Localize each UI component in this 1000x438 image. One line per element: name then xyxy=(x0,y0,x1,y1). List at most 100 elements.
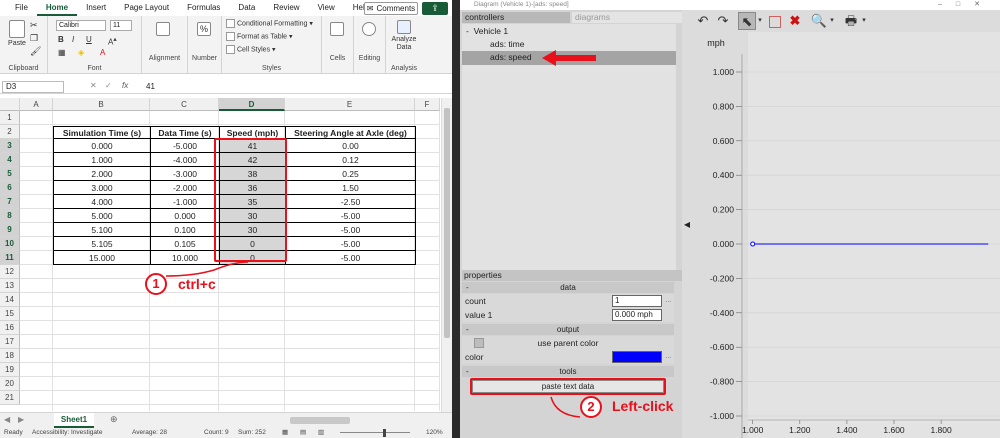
row-header[interactable]: 11 xyxy=(0,251,20,265)
column-header[interactable]: E xyxy=(285,98,415,111)
row-header[interactable]: 4 xyxy=(0,153,20,167)
horizontal-scroll-thumb[interactable] xyxy=(290,417,350,424)
zoom-slider-handle[interactable] xyxy=(383,429,386,437)
formula-input[interactable]: 41 xyxy=(146,81,155,93)
row-header[interactable]: 12 xyxy=(0,265,20,279)
prev-sheet-icon[interactable]: ◀ xyxy=(4,415,10,424)
tab-insert[interactable]: Insert xyxy=(77,0,115,16)
column-header[interactable]: A xyxy=(20,98,53,111)
table-cell[interactable]: 5.105 xyxy=(53,236,151,251)
next-sheet-icon[interactable]: ▶ xyxy=(18,415,24,424)
table-cell[interactable]: -5.00 xyxy=(285,208,416,223)
table-cell[interactable]: 1.50 xyxy=(285,180,416,195)
section-tools-header[interactable]: - tools xyxy=(462,366,674,377)
row-header[interactable]: 17 xyxy=(0,335,20,349)
table-cell[interactable]: -5.000 xyxy=(150,138,220,153)
column-header[interactable]: C xyxy=(150,98,219,111)
undo-icon[interactable]: ↶ xyxy=(694,12,712,30)
row-header[interactable]: 18 xyxy=(0,349,20,363)
font-name-select[interactable]: Calibri xyxy=(56,20,106,31)
tab-view[interactable]: View xyxy=(309,0,344,16)
fx-button[interactable]: fx xyxy=(122,81,128,90)
alignment-button[interactable] xyxy=(156,22,170,38)
format-as-table-button[interactable]: Format as Table ▾ xyxy=(226,32,293,41)
more-icon[interactable]: … xyxy=(665,350,672,364)
analyze-data-button[interactable]: Analyze Data xyxy=(389,20,419,52)
page-break-icon[interactable]: ▥ xyxy=(318,428,324,438)
cell-styles-button[interactable]: Cell Styles ▾ xyxy=(226,45,276,54)
use-parent-color-checkbox[interactable] xyxy=(474,338,484,348)
zoom-icon[interactable]: 🔍 xyxy=(810,12,828,30)
font-color-icon[interactable]: A xyxy=(100,48,105,57)
table-cell[interactable]: -5.00 xyxy=(285,236,416,251)
tree-item-vehicle[interactable]: - Vehicle 1 xyxy=(466,25,676,38)
tab-review[interactable]: Review xyxy=(264,0,308,16)
table-cell[interactable]: 0.00 xyxy=(285,138,416,153)
column-header-cell[interactable]: Simulation Time (s) xyxy=(53,126,151,139)
normal-view-icon[interactable]: ▦ xyxy=(282,428,288,438)
table-cell[interactable]: 5.100 xyxy=(53,222,151,237)
enter-icon[interactable]: ✓ xyxy=(105,81,112,90)
more-icon[interactable]: … xyxy=(665,294,672,308)
fill-color-icon[interactable]: ◈ xyxy=(78,48,84,57)
cells-button[interactable] xyxy=(330,22,344,38)
tab-page-layout[interactable]: Page Layout xyxy=(115,0,178,16)
collapse-icon[interactable]: - xyxy=(466,26,469,36)
zoom-slider[interactable] xyxy=(340,432,410,433)
table-cell[interactable]: -5.00 xyxy=(285,250,416,265)
vertical-scrollbar[interactable] xyxy=(441,98,452,412)
row-header[interactable]: 14 xyxy=(0,293,20,307)
table-cell[interactable]: 0.105 xyxy=(150,236,220,251)
table-cell[interactable]: 15.000 xyxy=(53,250,151,265)
redo-icon[interactable]: ↷ xyxy=(714,12,732,30)
row-header[interactable]: 19 xyxy=(0,363,20,377)
table-cell[interactable]: -1.000 xyxy=(150,194,220,209)
add-sheet-icon[interactable]: ⊕ xyxy=(110,414,118,425)
bold-button[interactable]: B xyxy=(58,35,64,44)
column-header-cell[interactable]: Steering Angle at Axle (deg) xyxy=(285,126,416,139)
row-header[interactable]: 3 xyxy=(0,139,20,153)
row-header[interactable]: 20 xyxy=(0,377,20,391)
borders-icon[interactable]: ▦ xyxy=(58,48,66,57)
spreadsheet-grid[interactable]: A B C D E F 1 2 3 4 5 6 7 8 9 10 11 12 13 14 15 16 17 18 19 20 21 S… xyxy=(0,98,440,412)
row-header[interactable]: 1 xyxy=(0,111,20,125)
row-header[interactable]: 6 xyxy=(0,181,20,195)
format-painter-icon[interactable]: 🖌 xyxy=(30,46,41,57)
column-header-cell[interactable]: Data Time (s) xyxy=(150,126,220,139)
tab-file[interactable]: File xyxy=(6,0,37,16)
column-header-cell[interactable]: Speed (mph) xyxy=(219,126,286,139)
chevron-down-icon[interactable]: ▾ xyxy=(756,12,764,30)
cut-icon[interactable]: ✂ xyxy=(30,20,38,31)
editing-button[interactable] xyxy=(362,22,376,38)
status-accessibility[interactable]: Accessibility: Investigate xyxy=(32,428,102,438)
row-header[interactable]: 7 xyxy=(0,195,20,209)
copy-icon[interactable]: ❐ xyxy=(30,33,38,44)
minimize-icon[interactable]: – xyxy=(938,1,956,8)
tab-home[interactable]: Home xyxy=(36,0,78,16)
chevron-down-icon[interactable]: ▾ xyxy=(828,12,836,30)
scroll-thumb[interactable] xyxy=(444,108,450,338)
select-all-corner[interactable] xyxy=(0,98,20,111)
page-layout-icon[interactable]: ▤ xyxy=(300,428,306,438)
row-header[interactable]: 13 xyxy=(0,279,20,293)
row-header[interactable]: 16 xyxy=(0,321,20,335)
table-cell[interactable]: 0.000 xyxy=(150,208,220,223)
color-swatch[interactable] xyxy=(612,351,662,363)
table-cell[interactable]: 1.000 xyxy=(53,152,151,167)
table-cell[interactable]: 2.000 xyxy=(53,166,151,181)
font-size-select[interactable]: 11 xyxy=(110,20,132,31)
zoom-level[interactable]: 120% xyxy=(426,428,443,438)
table-cell[interactable]: 0.12 xyxy=(285,152,416,167)
column-header[interactable]: D xyxy=(219,98,285,111)
table-cell[interactable]: -3.000 xyxy=(150,166,220,181)
table-cell[interactable]: -2.50 xyxy=(285,194,416,209)
diagram-chart[interactable]: mph 1.000 0.800 0.600 0.400 0.200 0.000 -0.200 -… xyxy=(690,32,1000,438)
table-cell[interactable]: 3.000 xyxy=(53,180,151,195)
table-cell[interactable]: 0.000 xyxy=(53,138,151,153)
print-icon[interactable]: 🖶 xyxy=(842,12,860,30)
conditional-formatting-button[interactable]: Conditional Formatting ▾ xyxy=(226,19,313,28)
italic-button[interactable]: I xyxy=(72,35,74,44)
value1-input[interactable]: 0.000 mph xyxy=(612,309,662,321)
table-cell[interactable]: 5.000 xyxy=(53,208,151,223)
comments-button[interactable]: ✉ Comments xyxy=(364,2,418,15)
